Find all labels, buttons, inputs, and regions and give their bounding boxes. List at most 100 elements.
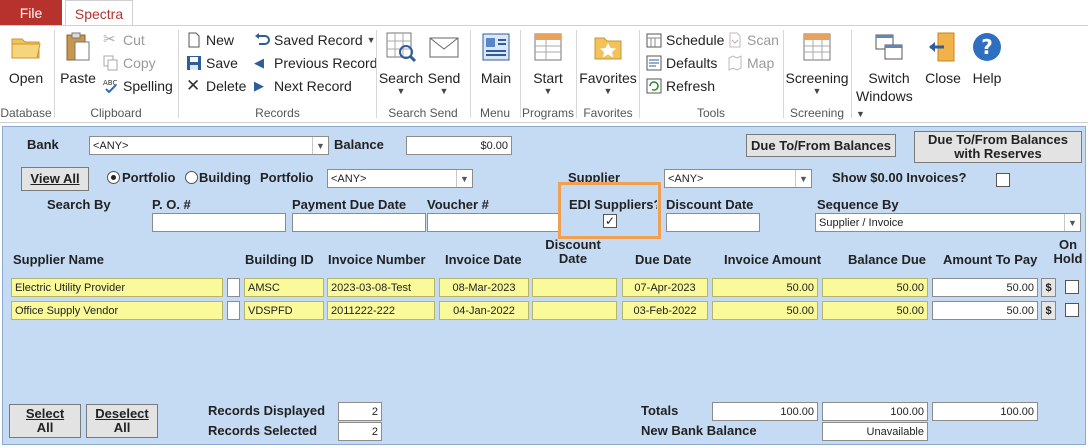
separator	[783, 30, 784, 118]
records-selected-label: Records Selected	[208, 423, 318, 438]
show-zero-invoices-checkbox[interactable]	[996, 173, 1010, 187]
chevron-down-icon: ▼	[795, 170, 811, 187]
switch-windows-button[interactable]: Switch Windows ▼	[856, 30, 922, 120]
due-to-from-balances-button[interactable]: Due To/From Balances	[746, 134, 896, 157]
triangle-left-icon: ◀	[254, 55, 264, 70]
row2-discount-date[interactable]	[532, 301, 617, 320]
chevron-down-icon: ▼	[812, 86, 822, 96]
row1-on-hold-checkbox[interactable]	[1065, 280, 1079, 294]
folder-icon	[11, 38, 41, 59]
scissors-icon: ✂	[103, 31, 116, 48]
row2-balance-due[interactable]: 50.00	[822, 301, 928, 320]
bank-dropdown[interactable]: <ANY> ▼	[89, 136, 329, 155]
supplier-dropdown[interactable]: <ANY> ▼	[664, 169, 812, 188]
header-due-date: Due Date	[635, 252, 692, 267]
view-all-button[interactable]: View All	[21, 167, 89, 191]
screening-label: Screening	[785, 70, 849, 86]
row1-invoice-amount[interactable]: 50.00	[712, 278, 818, 297]
row2-amount-to-pay[interactable]: 50.00	[932, 301, 1038, 320]
main-label: Main	[480, 70, 512, 86]
schedule-button[interactable]: Schedule	[646, 32, 724, 48]
building-radio-label: Building	[199, 170, 251, 185]
row1-amount-to-pay[interactable]: 50.00	[932, 278, 1038, 297]
copy-button[interactable]: Copy	[103, 55, 156, 71]
new-record-button[interactable]: New	[186, 32, 234, 48]
portfolio-radio[interactable]	[107, 171, 120, 184]
portfolio-radio-label: Portfolio	[122, 170, 176, 185]
row2-invoice-number[interactable]: 2011222-222	[327, 301, 435, 320]
chevron-down-icon: ▼	[456, 170, 472, 187]
help-button[interactable]: ? Help	[968, 30, 1006, 86]
discount-date-field[interactable]	[666, 213, 760, 232]
building-radio[interactable]	[185, 171, 198, 184]
spelling-button[interactable]: ABC Spelling	[103, 78, 173, 94]
separator	[520, 30, 521, 118]
tab-spectra[interactable]: Spectra	[65, 0, 133, 26]
supplier-value: <ANY>	[668, 172, 704, 185]
defaults-button[interactable]: Defaults	[646, 55, 717, 71]
map-icon	[728, 55, 742, 71]
header-invoice-amount: Invoice Amount	[724, 252, 822, 267]
row1-due-date[interactable]: 07-Apr-2023	[622, 278, 708, 297]
send-button[interactable]: Send ▼	[424, 30, 464, 96]
tab-file[interactable]: File	[0, 0, 62, 26]
open-button[interactable]: Open	[6, 30, 46, 86]
send-label: Send	[427, 70, 461, 86]
sequence-by-dropdown[interactable]: Supplier / Invoice ▼	[815, 213, 1081, 232]
row1-dollar-button[interactable]: $	[1041, 278, 1056, 297]
row2-supplier[interactable]: Office Supply Vendor	[11, 301, 223, 320]
main-menu-button[interactable]: Main	[476, 30, 516, 86]
row2-select-box[interactable]	[227, 301, 240, 320]
bank-label: Bank	[27, 137, 59, 152]
row2-invoice-date[interactable]: 04-Jan-2022	[439, 301, 529, 320]
edi-suppliers-highlight	[558, 182, 661, 239]
row1-select-box[interactable]	[227, 278, 240, 297]
open-label: Open	[8, 70, 44, 86]
next-record-button[interactable]: ▶ Next Record	[254, 78, 352, 94]
cut-button[interactable]: ✂ Cut	[103, 31, 145, 49]
row2-invoice-amount[interactable]: 50.00	[712, 301, 818, 320]
map-button[interactable]: Map	[727, 55, 774, 71]
refresh-button[interactable]: Refresh	[646, 78, 715, 94]
row2-due-date[interactable]: 03-Feb-2022	[622, 301, 708, 320]
select-all-line2: All	[36, 420, 54, 435]
close-button[interactable]: Close	[924, 30, 962, 86]
portfolio-dropdown[interactable]: <ANY> ▼	[327, 169, 473, 188]
delete-button[interactable]: ✕ Delete	[186, 77, 246, 94]
screening-button[interactable]: Screening ▼	[785, 30, 849, 96]
save-button[interactable]: Save	[186, 55, 238, 71]
schedule-icon	[646, 33, 662, 48]
select-all-button[interactable]: Select All	[9, 404, 81, 438]
row1-invoice-date[interactable]: 08-Mar-2023	[439, 278, 529, 297]
previous-record-button[interactable]: ◀ Previous Record	[254, 55, 378, 71]
po-number-field[interactable]	[152, 213, 286, 232]
paste-button[interactable]: Paste	[60, 30, 96, 86]
due-to-from-reserves-button[interactable]: Due To/From Balances with Reserves	[914, 131, 1082, 163]
start-form-icon	[534, 33, 562, 61]
row1-invoice-number[interactable]: 2023-03-08-Test	[327, 278, 435, 297]
scan-button[interactable]: Scan	[727, 32, 779, 48]
invoice-payment-form: Bank <ANY> ▼ Balance $0.00 Due To/From Ba…	[2, 126, 1086, 445]
row2-building[interactable]: VDSPFD	[244, 301, 324, 320]
row2-dollar-button[interactable]: $	[1041, 301, 1056, 320]
row1-building[interactable]: AMSC	[244, 278, 324, 297]
saved-record-button[interactable]: Saved Record ▼	[254, 32, 376, 48]
row1-balance-due[interactable]: 50.00	[822, 278, 928, 297]
group-label-programs: Programs	[522, 106, 575, 120]
search-button[interactable]: Search ▼	[379, 30, 423, 96]
group-label-favorites: Favorites	[583, 106, 633, 120]
deselect-all-button[interactable]: Deselect All	[86, 404, 158, 438]
clipboard-icon	[66, 32, 90, 61]
row1-discount-date[interactable]	[532, 278, 617, 297]
favorites-button[interactable]: Favorites ▼	[579, 30, 637, 96]
balance-field[interactable]: $0.00	[406, 136, 512, 155]
row1-supplier[interactable]: Electric Utility Provider	[11, 278, 223, 297]
start-button[interactable]: Start ▼	[527, 30, 569, 96]
edi-suppliers-checkbox[interactable]: ✓	[603, 214, 617, 228]
saved-record-label: Saved Record	[274, 32, 363, 48]
row2-on-hold-checkbox[interactable]	[1065, 303, 1079, 317]
sequence-by-label: Sequence By	[817, 197, 899, 212]
payment-due-date-field[interactable]	[292, 213, 426, 232]
voucher-number-field[interactable]	[427, 213, 561, 232]
favorites-label: Favorites	[579, 70, 637, 86]
